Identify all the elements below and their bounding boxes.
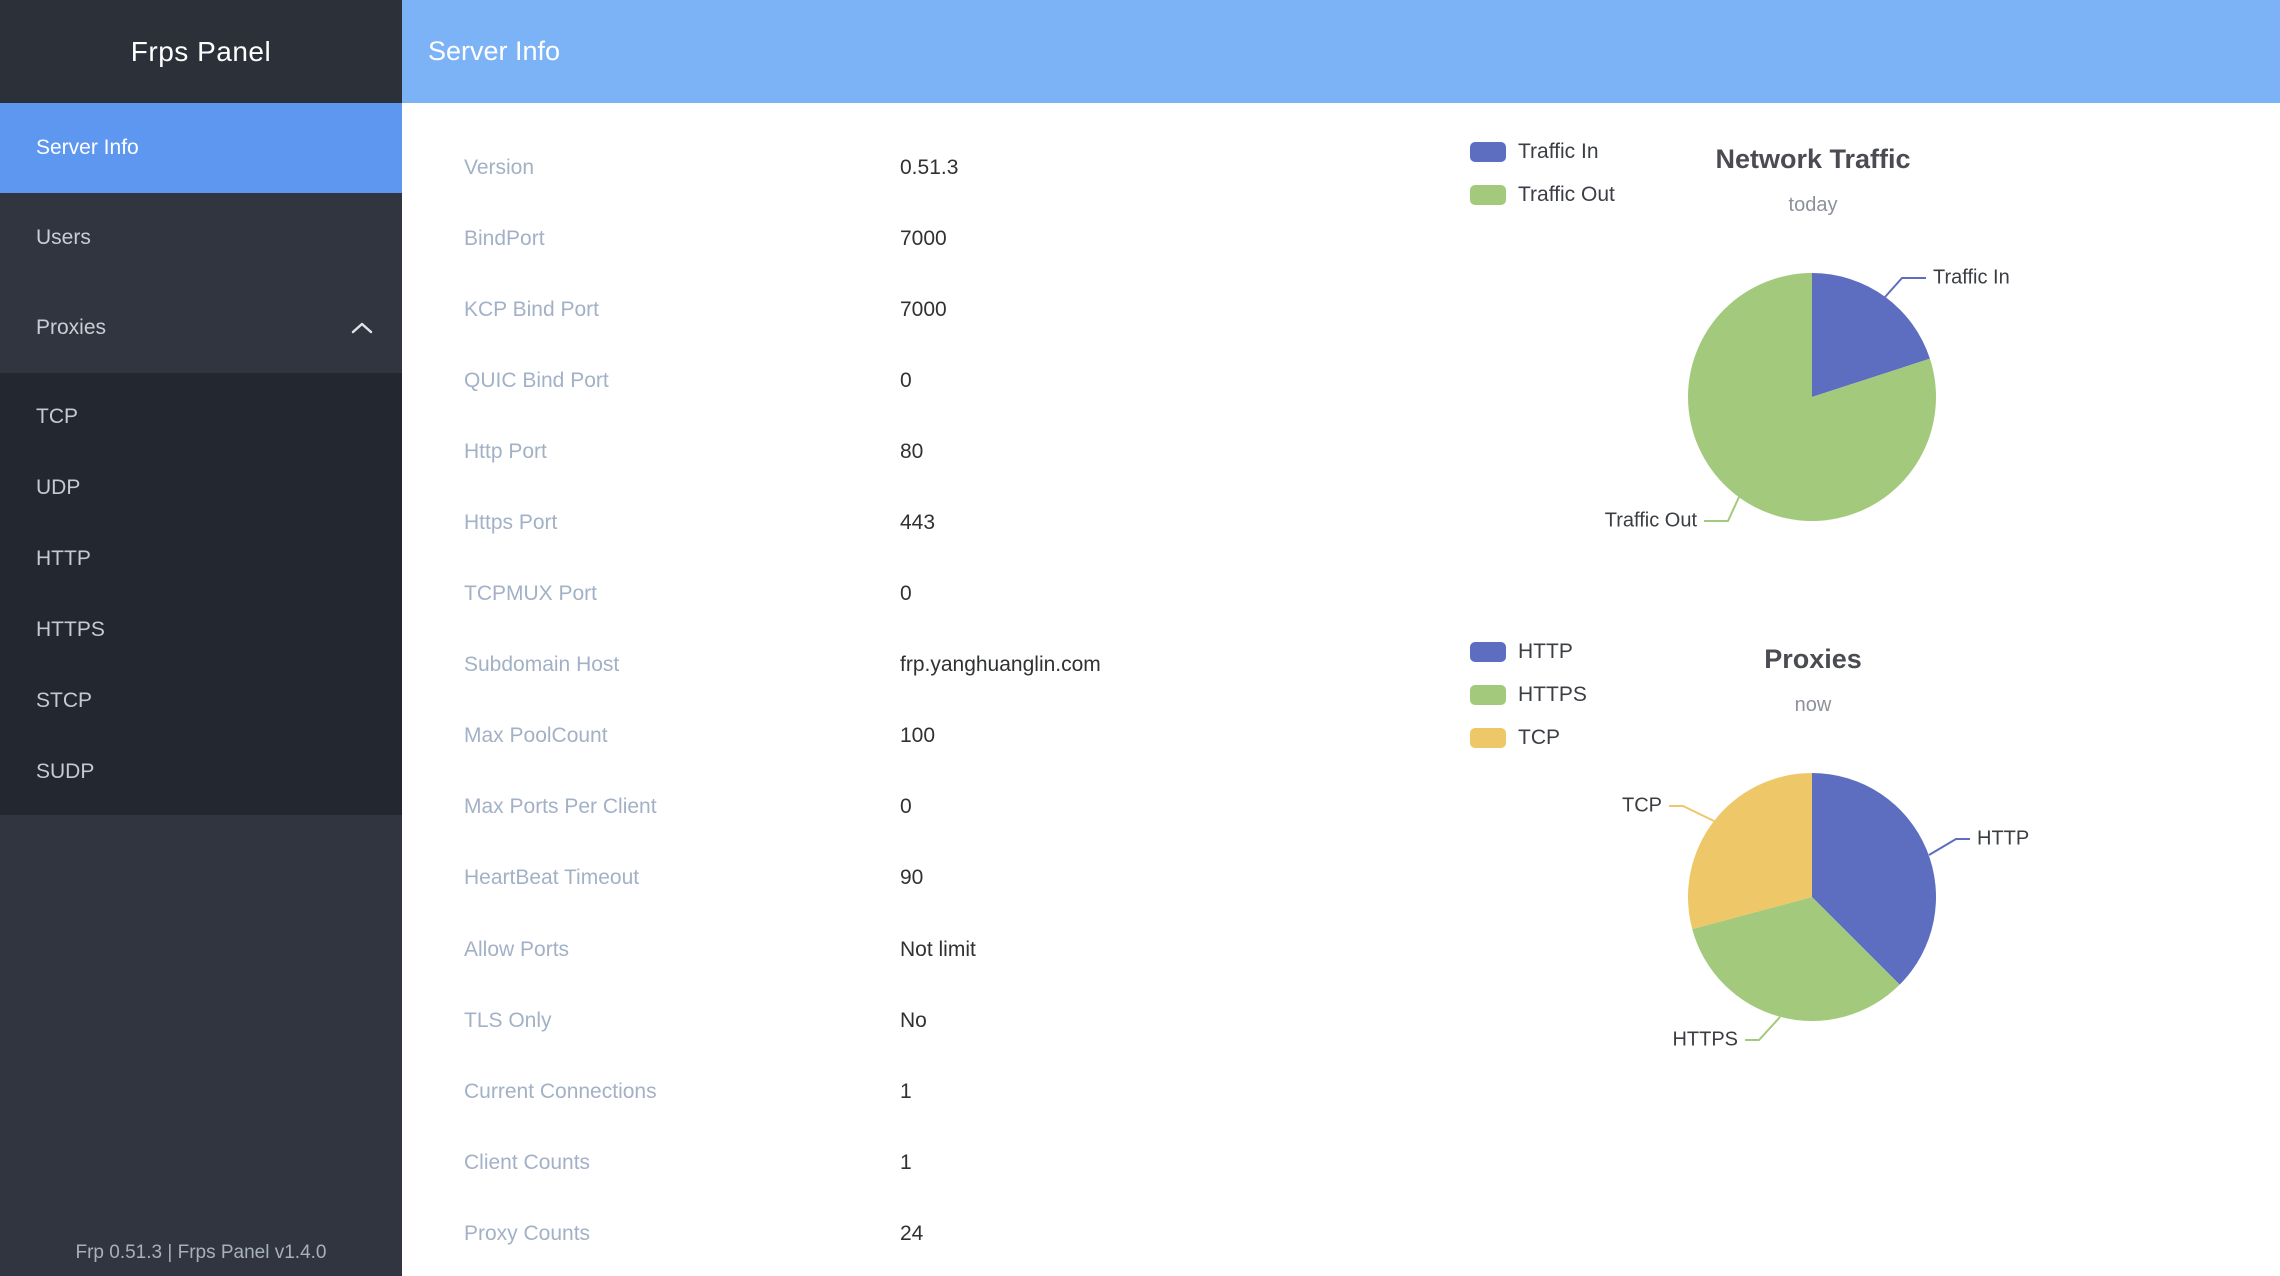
proxies-chart: Proxies now HTTPHTTPSTCP HTTPHTTPSTCP	[1450, 630, 2176, 1110]
server-info-row: Subdomain Hostfrp.yanghuanglin.com	[464, 630, 1101, 701]
pie-chart-canvas[interactable]: HTTP HTTPS TCP	[1450, 630, 2176, 1110]
sidebar: Frps Panel Server Info Users Proxies TCP…	[0, 0, 402, 1276]
info-label: Https Port	[464, 511, 900, 535]
info-value: 100	[900, 724, 935, 748]
sidebar-item-tcp[interactable]: TCP	[0, 381, 402, 452]
network-traffic-chart: Network Traffic today Traffic InTraffic …	[1450, 130, 2176, 575]
info-value: 1	[900, 1080, 912, 1104]
server-info-row: Version0.51.3	[464, 132, 1101, 203]
info-label: Max PoolCount	[464, 724, 900, 748]
sidebar-item-http[interactable]: HTTP	[0, 523, 402, 594]
sidebar-item-label: Server Info	[36, 136, 139, 160]
sidebar-item-server-info[interactable]: Server Info	[0, 103, 402, 193]
server-info-row: QUIC Bind Port0	[464, 345, 1101, 416]
server-info-list: Version0.51.3BindPort7000KCP Bind Port70…	[464, 132, 1101, 1270]
proxies-submenu: TCP UDP HTTP HTTPS STCP SUDP	[0, 373, 402, 815]
pie-label-tcp: TCP	[1622, 794, 1662, 816]
info-label: Max Ports Per Client	[464, 795, 900, 819]
label-leader-line	[1704, 497, 1739, 521]
page-header: Server Info	[402, 0, 2280, 103]
info-label: TLS Only	[464, 1009, 900, 1033]
server-info-row: Proxy Counts24	[464, 1198, 1101, 1269]
server-info-row: TLS OnlyNo	[464, 985, 1101, 1056]
sidebar-item-label: Users	[36, 226, 91, 250]
info-value: frp.yanghuanglin.com	[900, 653, 1101, 677]
pie-label-https: HTTPS	[1672, 1028, 1738, 1050]
server-info-row: Https Port443	[464, 487, 1101, 558]
label-leader-line	[1885, 278, 1926, 297]
main-area: Server Info Version0.51.3BindPort7000KCP…	[402, 0, 2280, 1276]
server-info-row: KCP Bind Port7000	[464, 274, 1101, 345]
sidebar-item-sudp[interactable]: SUDP	[0, 736, 402, 807]
label-leader-line	[1669, 806, 1714, 821]
sidebar-item-proxies[interactable]: Proxies	[0, 283, 402, 373]
server-info-row: Current Connections1	[464, 1056, 1101, 1127]
server-info-row: Max PoolCount100	[464, 701, 1101, 772]
sidebar-item-users[interactable]: Users	[0, 193, 402, 283]
info-value: 7000	[900, 298, 947, 322]
info-value: 80	[900, 440, 923, 464]
info-value: Not limit	[900, 938, 976, 962]
info-label: Proxy Counts	[464, 1222, 900, 1246]
info-label: Version	[464, 156, 900, 180]
sidebar-item-udp[interactable]: UDP	[0, 452, 402, 523]
server-info-row: TCPMUX Port0	[464, 559, 1101, 630]
pie-label-traffic-in: Traffic In	[1933, 266, 2010, 288]
info-value: 0.51.3	[900, 156, 958, 180]
server-info-row: BindPort7000	[464, 203, 1101, 274]
info-label: Allow Ports	[464, 938, 900, 962]
info-value: 0	[900, 795, 912, 819]
info-value: No	[900, 1009, 927, 1033]
info-label: Client Counts	[464, 1151, 900, 1175]
info-label: HeartBeat Timeout	[464, 866, 900, 890]
app-title: Frps Panel	[0, 0, 402, 103]
info-value: 7000	[900, 227, 947, 251]
frps-panel-app: Frps Panel Server Info Users Proxies TCP…	[0, 0, 2280, 1276]
info-value: 24	[900, 1222, 923, 1246]
sidebar-bottom: Frp 0.51.3 | Frps Panel v1.4.0	[0, 815, 402, 1276]
pie-chart-canvas[interactable]: Traffic In Traffic Out	[1450, 130, 2176, 575]
sidebar-item-label: Proxies	[36, 316, 106, 340]
label-leader-line	[1745, 1017, 1780, 1040]
info-value: 0	[900, 582, 912, 606]
sidebar-footer-version: Frp 0.51.3 | Frps Panel v1.4.0	[75, 1242, 326, 1264]
pie-label-http: HTTP	[1977, 827, 2029, 849]
info-label: TCPMUX Port	[464, 582, 900, 606]
info-value: 1	[900, 1151, 912, 1175]
info-label: BindPort	[464, 227, 900, 251]
sidebar-item-stcp[interactable]: STCP	[0, 665, 402, 736]
sidebar-item-https[interactable]: HTTPS	[0, 594, 402, 665]
info-value: 443	[900, 511, 935, 535]
server-info-row: Max Ports Per Client0	[464, 772, 1101, 843]
info-label: QUIC Bind Port	[464, 369, 900, 393]
info-label: Subdomain Host	[464, 653, 900, 677]
info-label: Current Connections	[464, 1080, 900, 1104]
page-title: Server Info	[428, 36, 560, 67]
server-info-row: HeartBeat Timeout90	[464, 843, 1101, 914]
pie-label-traffic-out: Traffic Out	[1605, 509, 1698, 531]
info-label: KCP Bind Port	[464, 298, 900, 322]
server-info-row: Client Counts1	[464, 1127, 1101, 1198]
content: Version0.51.3BindPort7000KCP Bind Port70…	[402, 103, 2280, 1276]
chevron-up-icon	[350, 321, 374, 335]
info-value: 0	[900, 369, 912, 393]
info-label: Http Port	[464, 440, 900, 464]
server-info-row: Http Port80	[464, 416, 1101, 487]
info-value: 90	[900, 866, 923, 890]
label-leader-line	[1929, 839, 1970, 855]
server-info-row: Allow PortsNot limit	[464, 914, 1101, 985]
